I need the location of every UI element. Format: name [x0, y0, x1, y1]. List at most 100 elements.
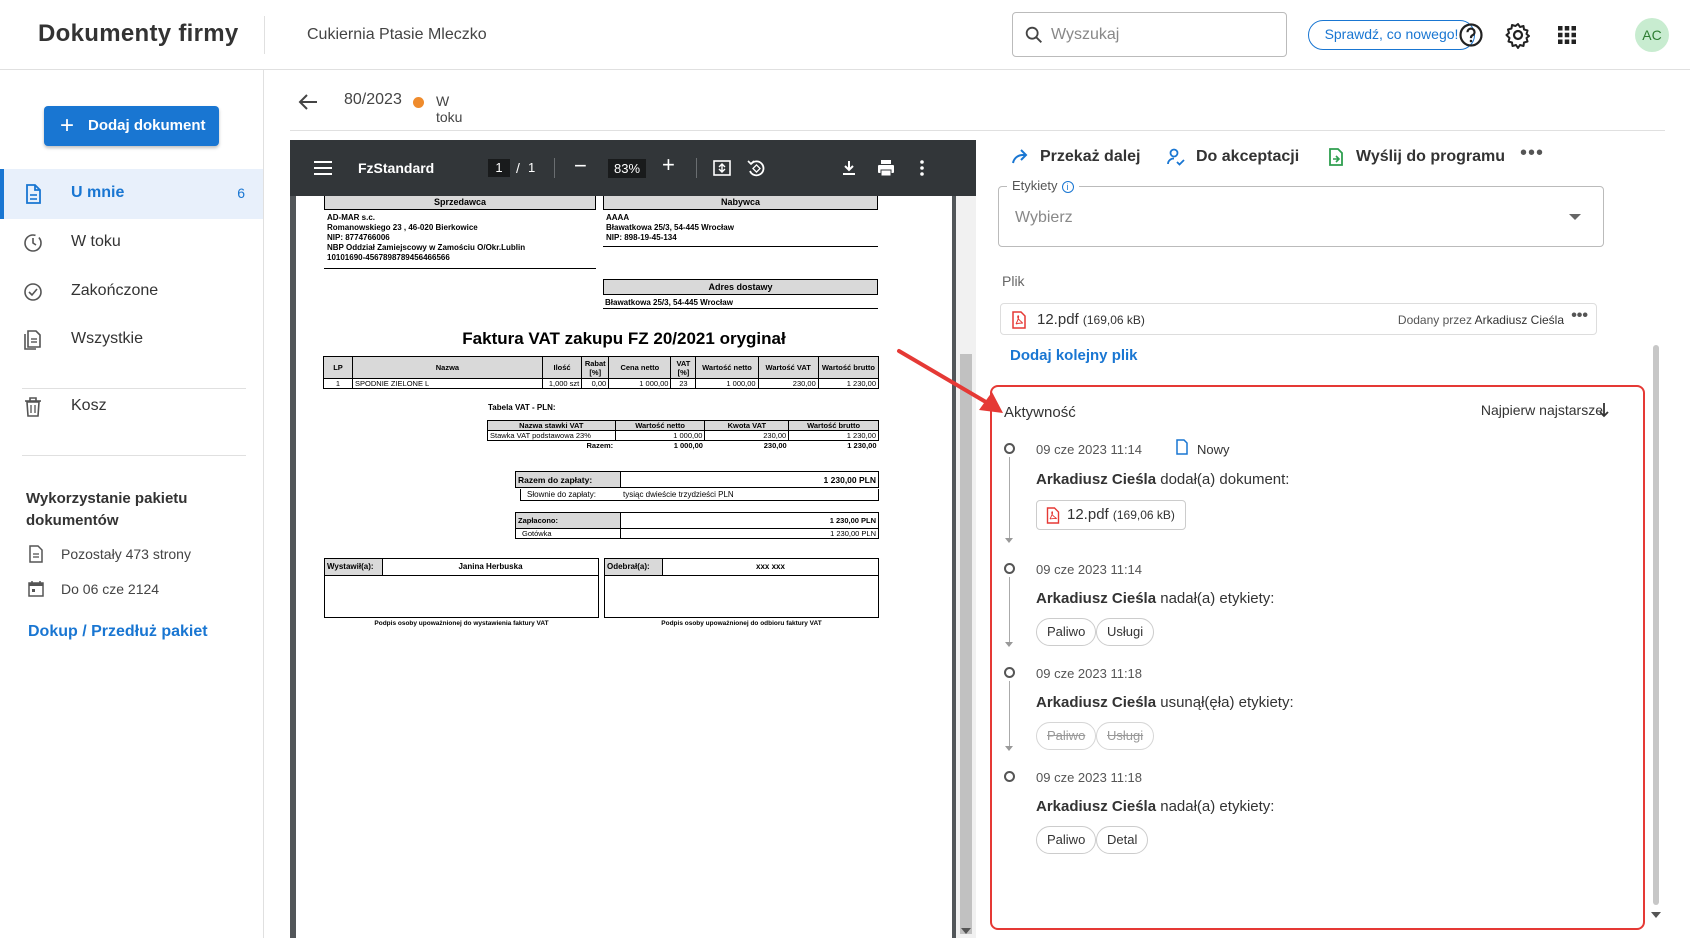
scroll-down-arrow[interactable]: [1651, 912, 1661, 918]
package-usage-title: Wykorzystanie pakietu dokumentów: [26, 490, 188, 529]
more-actions-button[interactable]: •••: [1520, 142, 1544, 165]
removed-tag-chip: Paliwo: [1036, 722, 1097, 750]
table-row: 1 SPODNIE ZIELONE L 1,000 szt 0,00 1 000…: [322, 378, 880, 389]
toolbar-separator: [554, 158, 555, 178]
sidebar-item-zakonczone[interactable]: Zakończone: [0, 267, 263, 317]
sidebar-item-kosz[interactable]: Kosz: [0, 382, 263, 432]
entry-time: 09 cze 2023 11:14: [1036, 442, 1143, 457]
pdf-icon: [1012, 311, 1026, 329]
sidebar-item-label: U mnie: [71, 184, 125, 201]
file-added-by: Dodany przez Arkadiusz Cieśla: [1397, 313, 1564, 327]
entry-text: Arkadiusz Cieśla usunął(ęła) etykiety:: [1036, 694, 1294, 711]
print-icon[interactable]: [876, 158, 896, 178]
seller-underline: [324, 268, 596, 269]
issuer-box: Wystawił(a): Janina Herbuska: [324, 558, 599, 618]
sidebar-item-count: 6: [237, 185, 245, 201]
document-icon: [1176, 439, 1188, 455]
menu-icon[interactable]: [314, 160, 332, 176]
timeline-dot: [1004, 443, 1015, 454]
activity-section: Aktywność Najpierw najstarsze 09 cze 202…: [990, 385, 1645, 930]
sidebar-item-label: Wszystkie: [71, 330, 143, 347]
info-icon[interactable]: i: [1061, 180, 1074, 193]
plus-icon: +: [60, 112, 75, 139]
documents-icon: [24, 330, 41, 350]
add-another-file-link[interactable]: Dodaj kolejny plik: [1010, 347, 1138, 364]
whats-new-button[interactable]: Sprawdź, co nowego!: [1308, 20, 1475, 50]
search-box[interactable]: [1012, 12, 1287, 57]
search-icon: [1025, 26, 1042, 43]
buyer-underline: [603, 246, 878, 247]
entry-text: Arkadiusz Cieśla nadał(a) etykiety:: [1036, 590, 1275, 607]
labels-placeholder: Wybierz: [1015, 209, 1073, 226]
sidebar-item-label: Kosz: [71, 397, 107, 414]
panel-scrollbar[interactable]: [1653, 345, 1659, 905]
file-section-label: Plik: [1002, 273, 1025, 289]
delivery-header: Adres dostawy: [603, 279, 878, 295]
pdf-viewer: FzStandard 1 / 1 − 83% + Sprzedawca AD-M…: [290, 140, 976, 938]
check-circle-icon: [24, 283, 42, 301]
tag-chip: Paliwo: [1036, 618, 1097, 646]
vat-table: Nazwa stawki VAT Wartość netto Kwota VAT…: [487, 420, 879, 451]
sidebar-item-u-mnie[interactable]: U mnie 6: [0, 169, 263, 219]
vat-sum-row: Razem: 1 000,00 230,00 1 230,00: [586, 441, 877, 451]
timeline-line: [1009, 457, 1010, 539]
sidebar-item-w-toku[interactable]: W toku: [0, 218, 263, 268]
download-icon[interactable]: [839, 158, 859, 178]
timeline-arrow: [1005, 746, 1013, 751]
zoom-level[interactable]: 83%: [608, 159, 646, 178]
seller-block: AD-MAR s.c. Romanowskiego 23 , 46-020 Bi…: [327, 213, 526, 262]
help-icon[interactable]: [1456, 20, 1486, 50]
calendar-icon: [28, 581, 44, 597]
settings-icon[interactable]: [1503, 20, 1533, 50]
send-file-icon: [1329, 148, 1343, 166]
items-table: LP Nazwa Ilość Rabat [%] Cena netto VAT …: [322, 356, 880, 389]
receiver-box: Odebrał(a): xxx xxx: [604, 558, 879, 618]
zoom-out-button[interactable]: −: [574, 153, 587, 179]
sidebar-item-wszystkie[interactable]: Wszystkie: [0, 315, 263, 365]
scroll-down-arrow[interactable]: [961, 928, 971, 934]
company-name[interactable]: Cukiernia Ptasie Mleczko: [307, 26, 487, 44]
pdf-scrollbar[interactable]: [956, 196, 976, 938]
seller-header: Sprzedawca: [324, 196, 596, 210]
chevron-down-icon: [1569, 214, 1581, 220]
invoice-title: Faktura VAT zakupu FZ 20/2021 oryginał: [462, 329, 786, 348]
user-avatar[interactable]: AC: [1635, 18, 1669, 52]
status-dot: [413, 97, 424, 108]
timeline-dot: [1004, 563, 1015, 574]
add-document-button[interactable]: + Dodaj dokument: [44, 106, 219, 146]
sort-toggle[interactable]: Najpierw najstarsze: [1481, 402, 1603, 418]
page-number-input[interactable]: 1: [488, 159, 510, 177]
file-more-button[interactable]: •••: [1571, 307, 1588, 325]
page-separator: /: [516, 160, 520, 176]
arrow-down-icon[interactable]: [1597, 401, 1611, 419]
entry-text: Arkadiusz Cieśla nadał(a) etykiety:: [1036, 798, 1275, 815]
timeline-dot: [1004, 771, 1015, 782]
file-row[interactable]: 12.pdf (169,06 kB) Dodany przez Arkadius…: [1000, 303, 1597, 335]
apps-grid-icon[interactable]: [1552, 20, 1582, 50]
search-input[interactable]: [1051, 23, 1271, 47]
buyer-block: AAAA Bławatkowa 25/3, 54-445 Wrocław NIP…: [606, 213, 734, 242]
issuer-signature-caption: Podpis osoby upoważnionej do wystawienia…: [374, 620, 549, 627]
timeline-arrow: [1005, 642, 1013, 647]
rotate-icon[interactable]: [746, 158, 766, 178]
header-divider: [264, 16, 265, 54]
table-row: Stawka VAT podstawowa 23% 1 000,00 230,0…: [487, 430, 879, 441]
tag-chip: Usługi: [1096, 618, 1155, 646]
buyer-header: Nabywca: [603, 196, 878, 210]
timeline-line: [1009, 577, 1010, 643]
more-vertical-icon[interactable]: [912, 158, 932, 178]
clock-icon: [24, 234, 42, 252]
scrollbar-thumb[interactable]: [960, 354, 972, 934]
page-total: 1: [528, 160, 536, 175]
labels-legend: Etykiety i: [1007, 178, 1079, 193]
entry-file-chip[interactable]: 12.pdf (169,06 kB): [1036, 500, 1186, 530]
sidebar-item-label: Zakończone: [71, 282, 159, 299]
pdf-icon: [1046, 507, 1060, 524]
back-arrow-icon[interactable]: [296, 90, 320, 114]
fit-page-icon[interactable]: [712, 158, 732, 178]
labels-select[interactable]: Etykiety i Wybierz: [998, 178, 1604, 247]
document-icon: [26, 184, 41, 204]
zoom-in-button[interactable]: +: [662, 152, 675, 178]
renew-package-link[interactable]: Dokup / Przedłuż pakiet: [28, 623, 208, 641]
entry-time: 09 cze 2023 11:18: [1036, 770, 1143, 785]
